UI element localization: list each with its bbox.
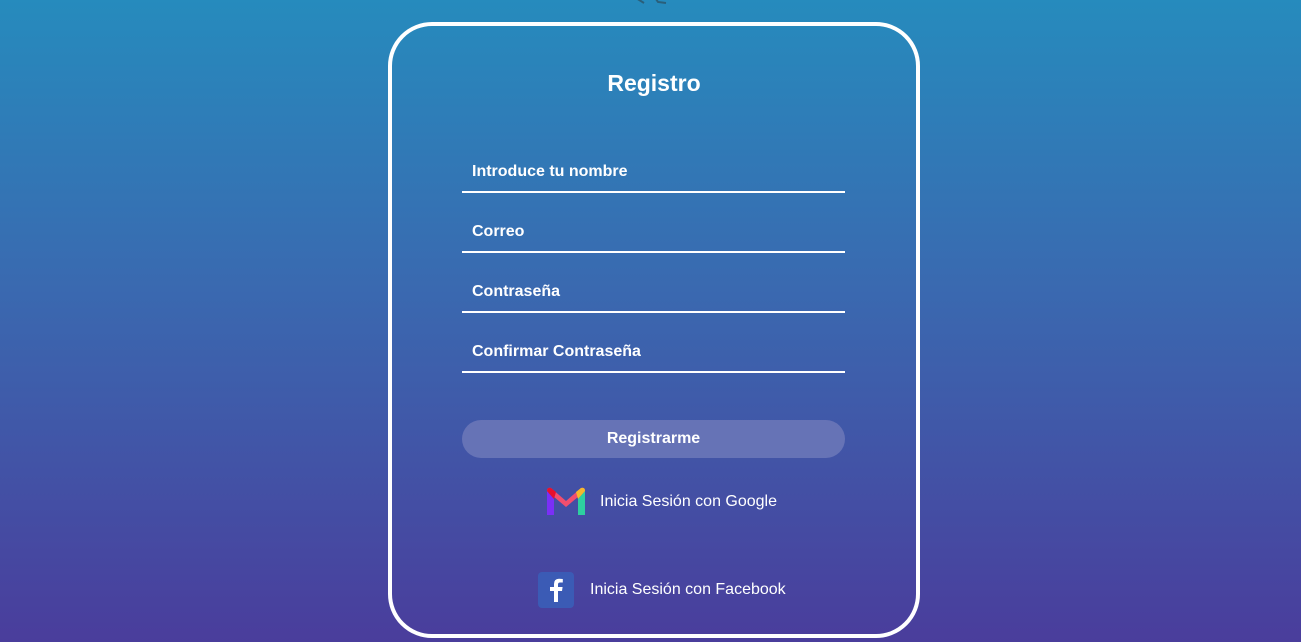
password-input[interactable]: [462, 273, 845, 313]
logo-fragment-icon: [637, 0, 667, 4]
register-button[interactable]: Registrarme: [462, 420, 845, 458]
form-title: Registro: [607, 70, 701, 96]
gmail-icon: [547, 487, 585, 515]
facebook-login-label: Inicia Sesión con Facebook: [590, 581, 786, 598]
register-card: Registro Registrarme Inicia Sesión con G…: [388, 22, 920, 638]
email-input[interactable]: [462, 213, 845, 253]
confirm-password-input[interactable]: [462, 333, 845, 373]
google-login-label: Inicia Sesión con Google: [600, 493, 777, 510]
google-login-link[interactable]: Inicia Sesión con Google: [544, 485, 777, 519]
facebook-login-link[interactable]: Inicia Sesión con Facebook: [538, 572, 786, 608]
facebook-icon: [538, 572, 574, 608]
name-input[interactable]: [462, 153, 845, 193]
